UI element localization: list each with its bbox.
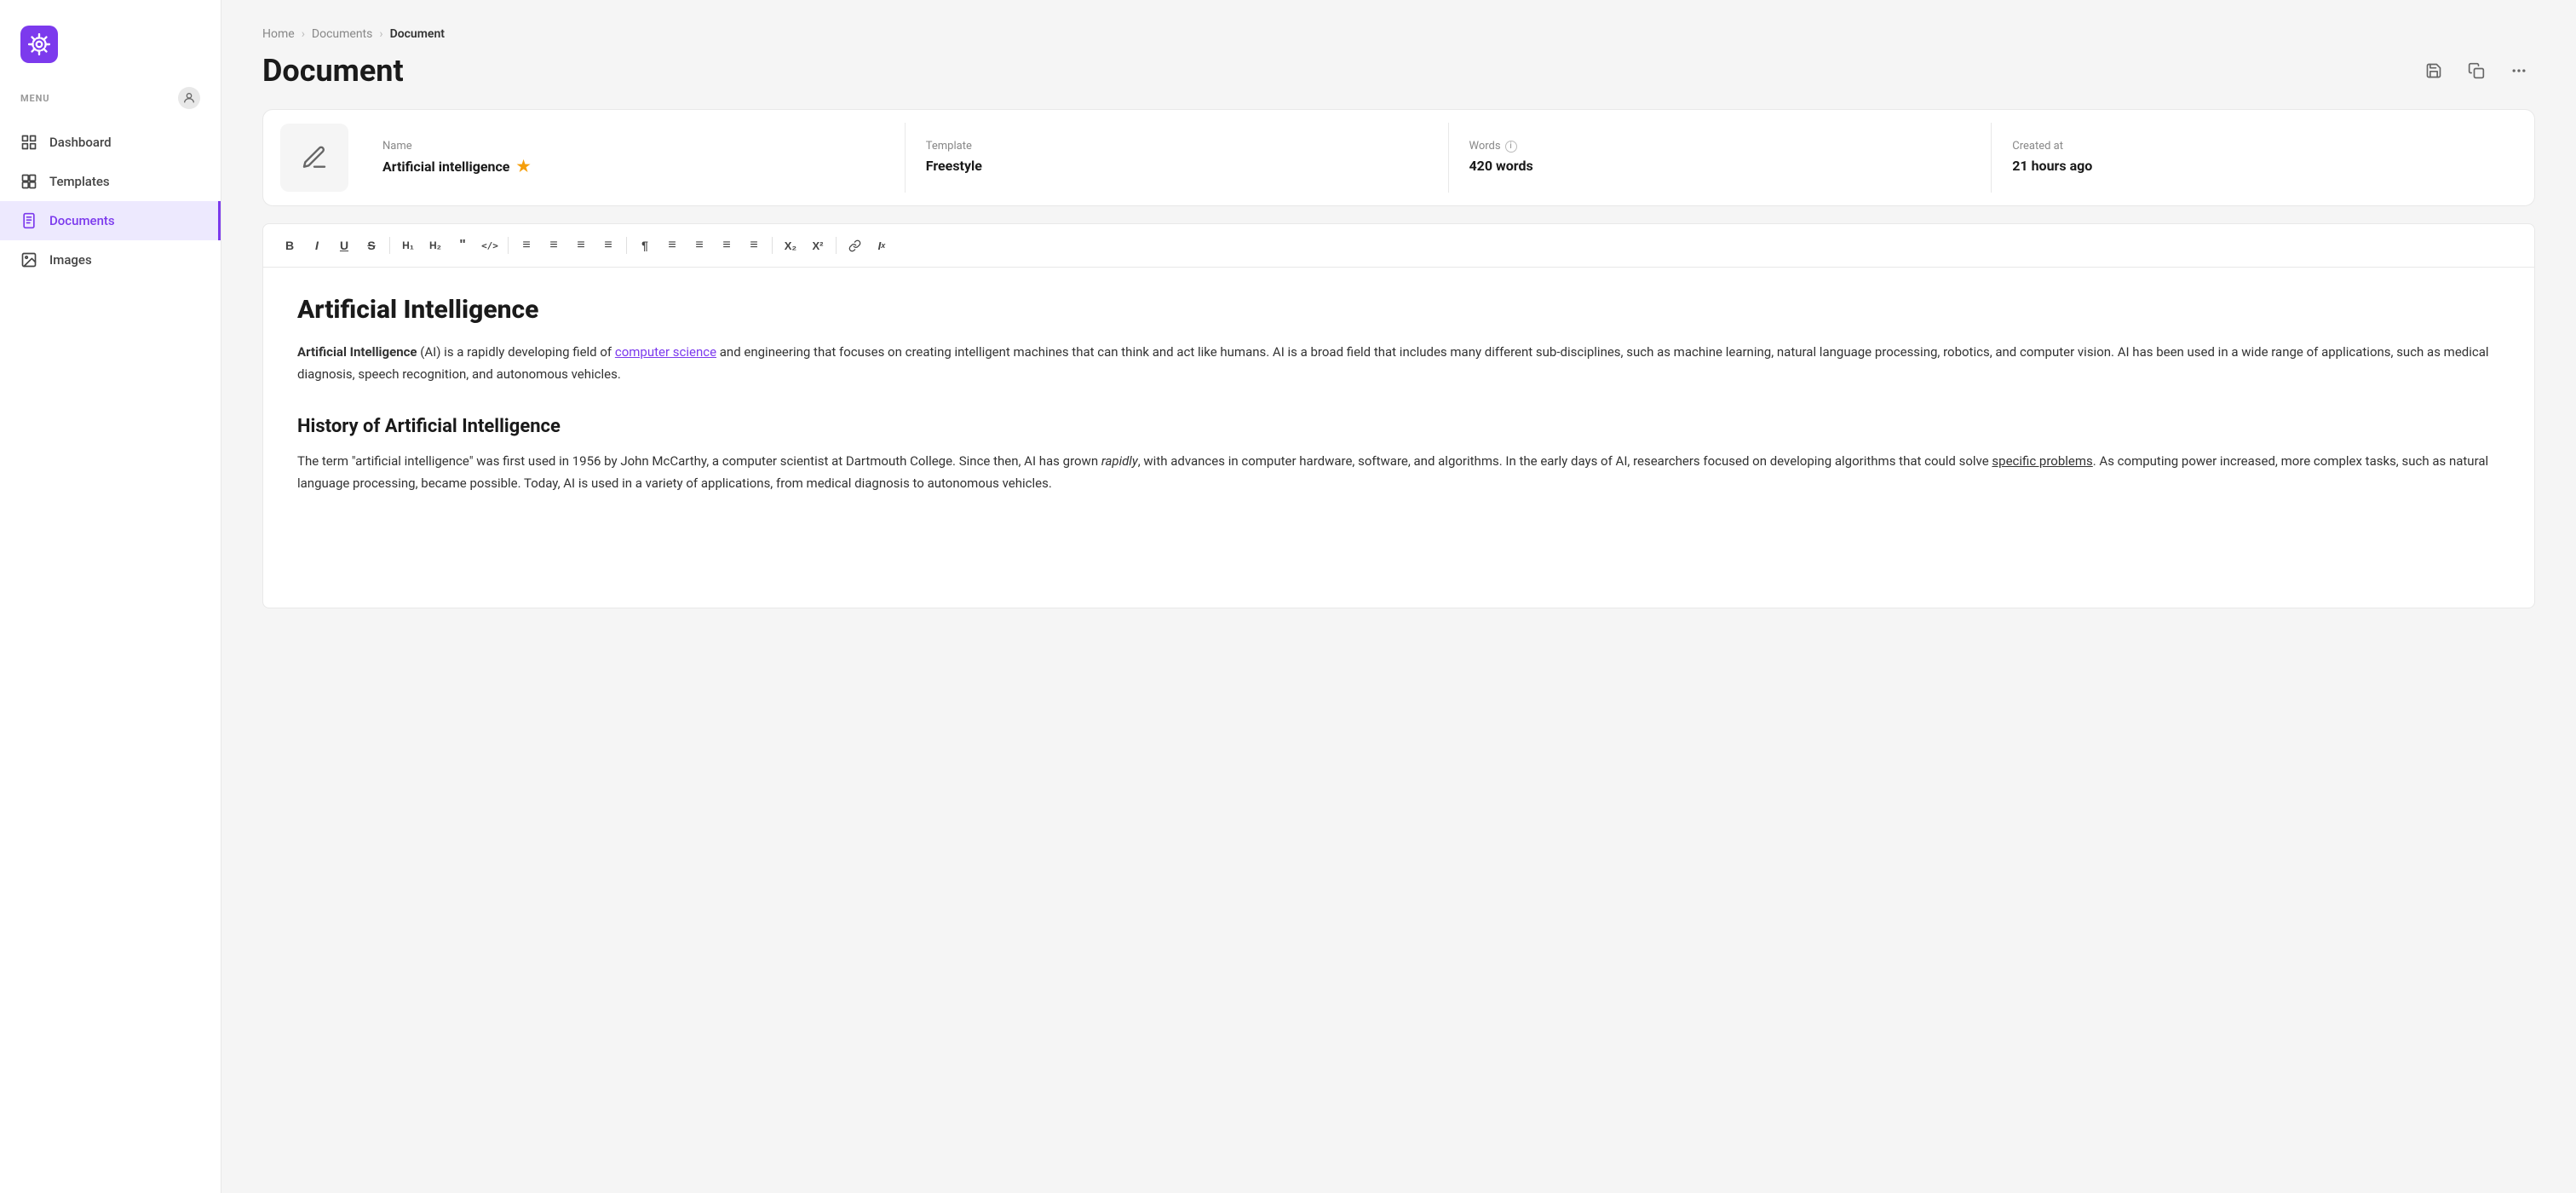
page-actions [2418,55,2535,87]
toolbar-align-center[interactable]: ≡ [687,233,712,258]
main-content: Home › Documents › Document Document [221,0,2576,1193]
sidebar-item-dashboard[interactable]: Dashboard [0,123,221,162]
toolbar-bold[interactable]: B [277,233,302,258]
sidebar-item-templates-label: Templates [49,174,110,189]
toolbar-sep-5 [836,237,837,254]
info-field-name-label: Name [382,140,884,153]
copy-button[interactable] [2460,55,2493,87]
page-title: Document [262,53,404,89]
toolbar-sep-2 [508,237,509,254]
info-card-icon [280,124,348,192]
editor-toolbar: B I U S H₁ H₂ " </> ≡ ≡ ≡ ≡ ¶ ≡ ≡ ≡ ≡ X₂… [262,223,2535,268]
page-header: Document [262,53,2535,89]
more-options-button[interactable] [2503,55,2535,87]
more-options-icon [2510,62,2527,79]
info-field-template: Template Freestyle [905,123,1448,193]
info-field-name-value: Artificial intelligence ★ [382,158,884,176]
toolbar-code[interactable]: </> [477,233,503,258]
breadcrumb-home[interactable]: Home [262,27,295,41]
toolbar-sep-4 [772,237,773,254]
doc-para2-start: The term "artificial intelligence" was f… [297,453,1101,469]
doc-paragraph-2: The term "artificial intelligence" was f… [297,451,2500,494]
doc-para1-rest: (AI) is a rapidly developing field of [417,344,615,360]
toolbar-subscript[interactable]: X₂ [778,233,803,258]
info-field-words-label: Words i [1469,140,1971,153]
save-document-button[interactable] [2418,55,2450,87]
menu-label: MENU [0,80,221,116]
toolbar-clear-format[interactable]: Ix [869,233,894,258]
breadcrumb-sep-1: › [302,27,305,41]
sidebar-item-documents[interactable]: Documents [0,201,221,240]
link-icon [848,239,861,252]
info-field-created-value: 21 hours ago [2012,158,2514,174]
sidebar-item-documents-label: Documents [49,213,115,228]
sidebar-item-templates[interactable]: Templates [0,162,221,201]
toolbar-h1[interactable]: H₁ [395,233,421,258]
breadcrumb-sep-2: › [379,27,382,41]
info-field-template-label: Template [926,140,1428,153]
app-logo[interactable] [20,26,58,63]
templates-icon [20,173,37,190]
toolbar-link[interactable] [842,233,867,258]
breadcrumb-current: Document [390,27,445,41]
toolbar-italic[interactable]: I [304,233,330,258]
toolbar-indent-left[interactable]: ≡ [568,233,594,258]
toolbar-strikethrough[interactable]: S [359,233,384,258]
toolbar-unordered-list[interactable]: ≡ [541,233,566,258]
document-edit-icon [301,144,328,171]
images-icon [20,251,37,268]
user-avatar[interactable] [178,87,200,109]
documents-icon [20,212,37,229]
toolbar-sep-1 [389,237,390,254]
doc-heading-2: History of Artificial Intelligence [297,416,2500,437]
toolbar-align-justify[interactable]: ≡ [741,233,767,258]
toolbar-indent-right[interactable]: ≡ [595,233,621,258]
info-field-created: Created at 21 hours ago [1991,123,2534,193]
toolbar-underline[interactable]: U [331,233,357,258]
save-icon [2425,62,2442,79]
sidebar-logo [0,17,221,80]
info-field-words: Words i 420 words [1448,123,1992,193]
toolbar-ordered-list[interactable]: ≡ [514,233,539,258]
toolbar-h2[interactable]: H₂ [423,233,448,258]
doc-heading-1: Artificial Intelligence [297,295,2500,325]
toolbar-sep-3 [626,237,627,254]
sidebar-item-dashboard-label: Dashboard [49,135,112,150]
doc-paragraph-1: Artificial Intelligence (AI) is a rapidl… [297,342,2500,385]
dashboard-icon [20,134,37,151]
info-card: Name Artificial intelligence ★ Template … [262,109,2535,206]
doc-link-cs[interactable]: computer science [615,344,716,360]
info-field-template-value: Freestyle [926,158,1428,174]
sidebar: MENU Dashboard Templates Document [0,0,221,1193]
editor-content[interactable]: Artificial Intelligence Artificial Intel… [262,268,2535,608]
toolbar-align-left[interactable]: ≡ [659,233,685,258]
doc-para2-underline: specific problems [1992,453,2092,469]
words-info-icon: i [1505,141,1517,153]
breadcrumb: Home › Documents › Document [262,27,2535,41]
info-field-name: Name Artificial intelligence ★ [362,123,905,193]
sidebar-item-images[interactable]: Images [0,240,221,280]
toolbar-blockquote[interactable]: " [450,233,475,258]
info-field-created-label: Created at [2012,140,2514,153]
toolbar-align-right[interactable]: ≡ [714,233,739,258]
doc-bold-ai: Artificial Intelligence [297,344,417,360]
toolbar-superscript[interactable]: X² [805,233,831,258]
doc-para2-italic: rapidly [1101,453,1138,469]
toolbar-paragraph[interactable]: ¶ [632,233,658,258]
info-fields: Name Artificial intelligence ★ Template … [362,123,2534,193]
info-field-words-value: 420 words [1469,158,1971,174]
doc-para2-mid: , with advances in computer hardware, so… [1138,453,1992,469]
sidebar-nav: Dashboard Templates Documents Images [0,116,221,286]
breadcrumb-documents[interactable]: Documents [312,27,372,41]
copy-icon [2468,62,2485,79]
sidebar-item-images-label: Images [49,252,92,268]
favorite-star[interactable]: ★ [516,158,530,176]
